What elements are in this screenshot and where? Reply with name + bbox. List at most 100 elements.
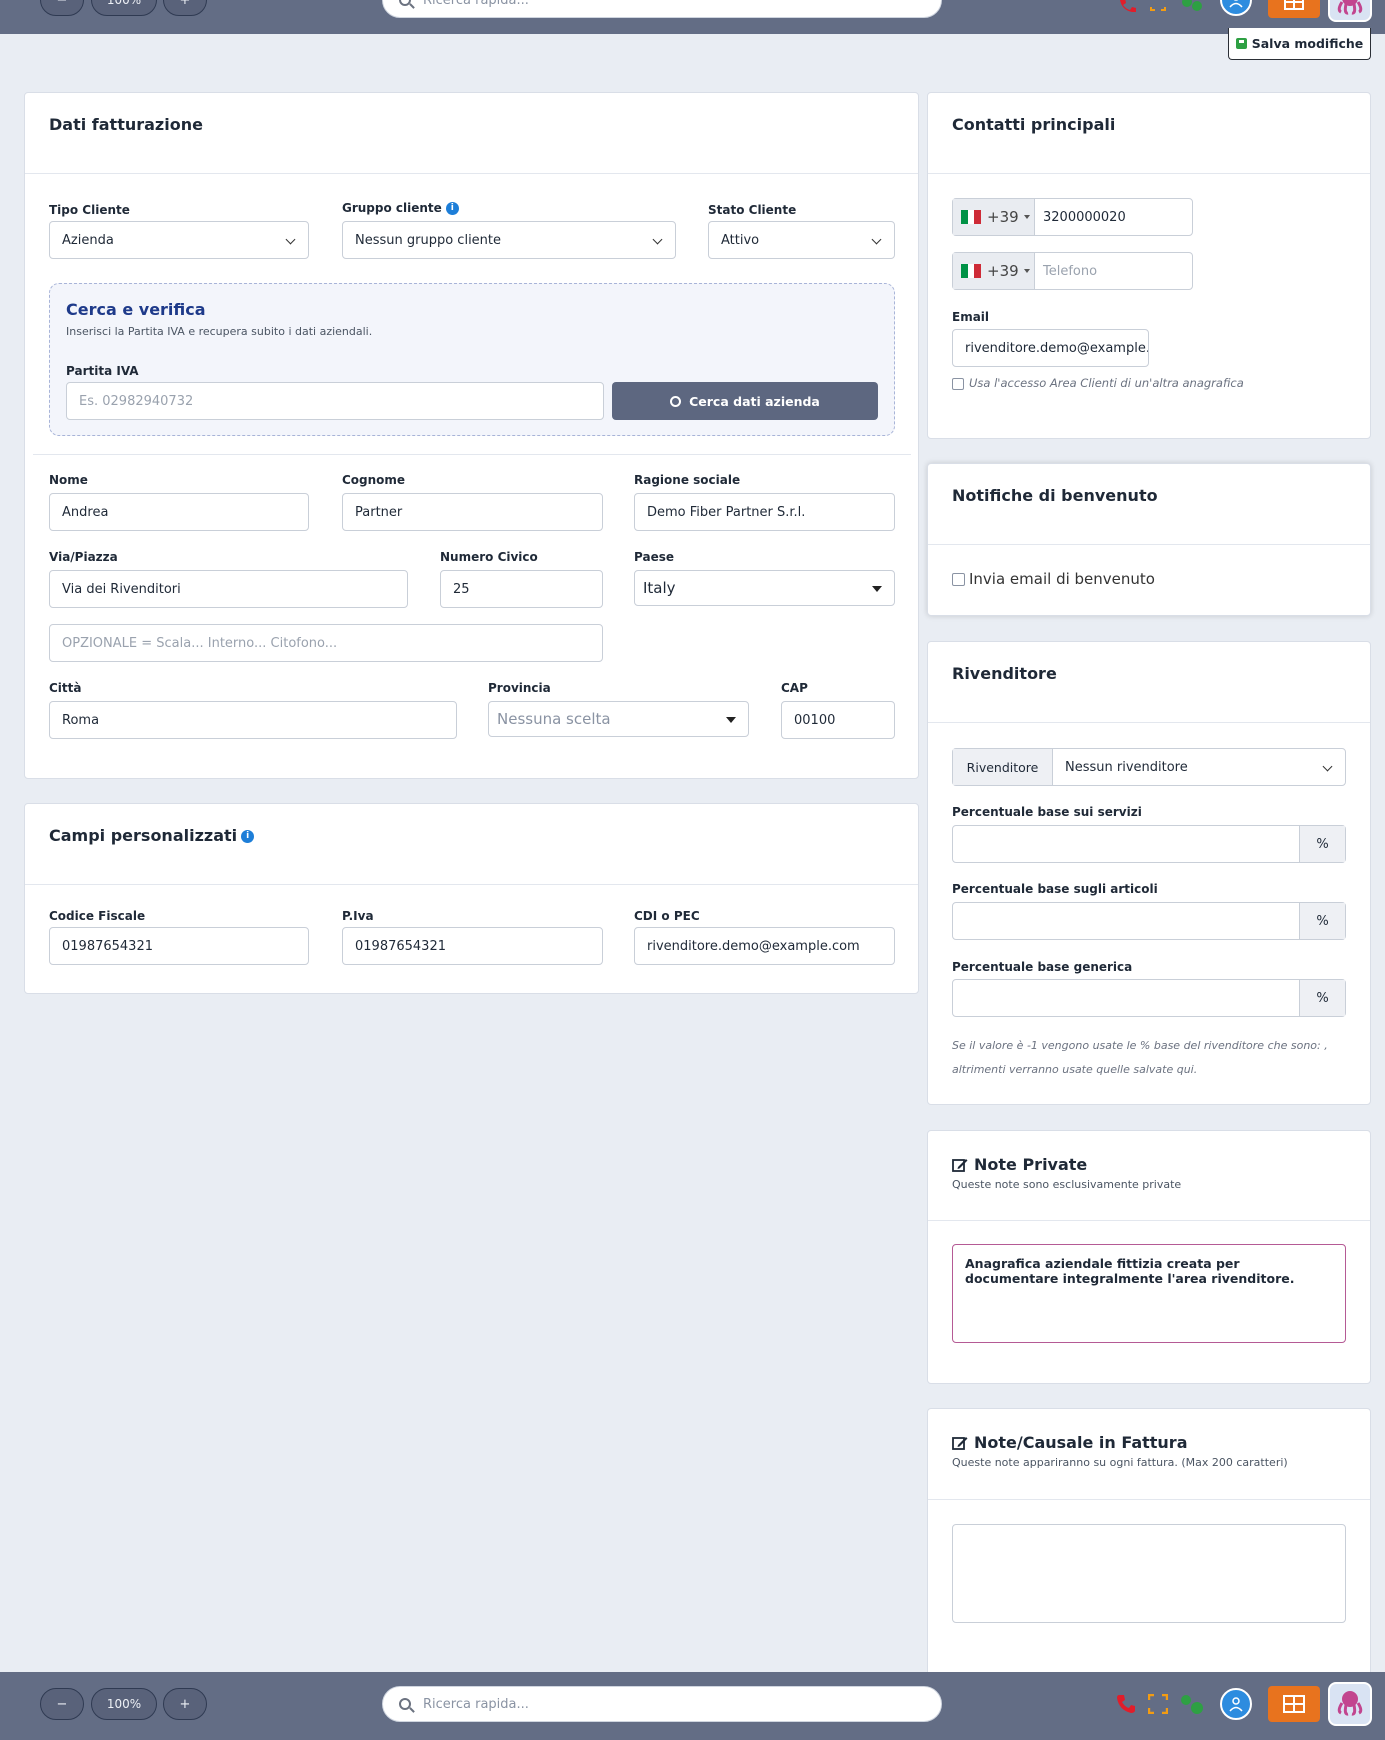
provincia-select[interactable]: Nessuna scelta: [488, 701, 749, 737]
welcome-title: Notifiche di benvenuto: [952, 486, 1158, 505]
provincia-label: Provincia: [488, 681, 551, 695]
zoom-out-button[interactable]: −: [40, 1688, 84, 1720]
welcome-email-checkbox[interactable]: [952, 573, 965, 586]
chevron-down-icon: [285, 234, 296, 245]
reseller-title: Rivenditore: [952, 664, 1057, 683]
connection-status-icon[interactable]: [1178, 1692, 1206, 1716]
stato-cliente-select[interactable]: Attivo: [708, 221, 895, 259]
private-notes-textarea[interactable]: Anagrafica aziendale fittizia creata per…: [952, 1244, 1346, 1343]
citta-input[interactable]: Roma: [49, 701, 457, 739]
italy-flag-icon: [961, 210, 982, 224]
gruppo-cliente-label: Gruppo cliente i: [342, 201, 459, 215]
info-icon[interactable]: i: [241, 830, 255, 843]
articoli-input[interactable]: %: [952, 902, 1346, 940]
tipo-cliente-label: Tipo Cliente: [49, 203, 130, 217]
civico-input[interactable]: 25: [440, 570, 603, 608]
reseller-divider: [928, 722, 1370, 723]
via-label: Via/Piazza: [49, 550, 118, 564]
cap-input[interactable]: 00100: [781, 701, 895, 739]
phone1-input[interactable]: +39 3200000020: [952, 198, 1193, 236]
country-code-selector[interactable]: +39: [953, 199, 1035, 235]
piva-field-label: P.Iva: [342, 909, 374, 923]
reseller-select[interactable]: Rivenditore Nessun rivenditore: [952, 748, 1346, 786]
zoom-level[interactable]: 100%: [91, 0, 157, 16]
fullscreen-icon[interactable]: [1146, 1692, 1170, 1716]
piva-input[interactable]: Es. 02982940732: [66, 382, 604, 420]
paese-label: Paese: [634, 550, 674, 564]
edit-icon: [952, 1436, 968, 1450]
caret-down-icon: [872, 586, 882, 592]
caret-down-icon: [726, 717, 736, 723]
civico-label: Numero Civico: [440, 550, 538, 564]
apps-grid-icon[interactable]: [1268, 0, 1320, 18]
area-clienti-checkbox[interactable]: [952, 378, 964, 390]
cognome-input[interactable]: Partner: [342, 493, 603, 531]
cap-label: CAP: [781, 681, 808, 695]
percent-addon: %: [1299, 980, 1345, 1016]
reseller-note-line1: Se il valore è -1 vengono usate le % bas…: [952, 1039, 1328, 1052]
cdi-pec-input[interactable]: rivenditore.demo@example.com: [634, 927, 895, 965]
invoice-notes-title: Note/Causale in Fattura: [952, 1433, 1188, 1452]
private-notes-title: Note Private: [952, 1155, 1087, 1174]
quick-search-input[interactable]: Ricerca rapida...: [382, 0, 942, 18]
search-icon: [399, 1698, 411, 1710]
generica-label: Percentuale base generica: [952, 960, 1133, 974]
octopus-logo-icon[interactable]: [1328, 1682, 1372, 1726]
caret-down-icon: [1023, 215, 1030, 219]
reseller-addon: Rivenditore: [953, 749, 1053, 785]
bottom-toolbar: − 100% + Ricerca rapida...: [0, 1672, 1385, 1740]
private-notes-subtitle: Queste note sono esclusivamente private: [952, 1178, 1182, 1191]
private-notes-divider: [928, 1220, 1370, 1221]
reseller-note-line2: altrimenti verranno usate quelle salvate…: [952, 1063, 1198, 1076]
private-notes-card: Note Private Queste note sono esclusivam…: [927, 1130, 1371, 1384]
invoice-notes-subtitle: Queste note appariranno su ogni fattura.…: [952, 1456, 1288, 1469]
generica-input[interactable]: %: [952, 979, 1346, 1017]
save-button[interactable]: Salva modifiche: [1228, 28, 1371, 60]
search-verify-title: Cerca e verifica: [66, 300, 206, 319]
country-code-selector[interactable]: +39: [953, 253, 1035, 289]
welcome-card: Notifiche di benvenuto Invia email di be…: [927, 463, 1371, 616]
codice-fiscale-input[interactable]: 01987654321: [49, 927, 309, 965]
info-icon[interactable]: i: [445, 202, 459, 215]
via-input[interactable]: Via dei Rivenditori: [49, 570, 408, 608]
phone-icon[interactable]: [1114, 1692, 1138, 1716]
zoom-in-button[interactable]: +: [163, 0, 207, 16]
octopus-logo-icon[interactable]: [1328, 0, 1372, 22]
zoom-out-button[interactable]: −: [40, 0, 84, 16]
ragione-sociale-label: Ragione sociale: [634, 473, 741, 487]
area-clienti-label: Usa l'accesso Area Clienti di un'altra a…: [969, 376, 1244, 390]
tipo-cliente-select[interactable]: Azienda: [49, 221, 309, 259]
piva-label: Partita IVA: [66, 364, 139, 378]
invoice-notes-card: Note/Causale in Fattura Queste note appa…: [927, 1408, 1371, 1672]
email-input[interactable]: rivenditore.demo@example.c: [952, 329, 1149, 367]
gruppo-cliente-select[interactable]: Nessun gruppo cliente: [342, 221, 676, 259]
quick-search-input[interactable]: Ricerca rapida...: [382, 1686, 942, 1722]
edit-icon: [952, 1158, 968, 1172]
invoice-notes-divider: [928, 1499, 1370, 1500]
paese-select[interactable]: Italy: [634, 570, 895, 606]
user-profile-icon[interactable]: [1220, 0, 1252, 16]
billing-card: Dati fatturazione Tipo Cliente Azienda G…: [24, 92, 919, 779]
billing-inner-divider: [33, 454, 911, 455]
servizi-input[interactable]: %: [952, 825, 1346, 863]
zoom-level[interactable]: 100%: [91, 1688, 157, 1720]
fullscreen-icon[interactable]: [1148, 0, 1168, 12]
connection-status-icon[interactable]: [1180, 0, 1204, 12]
apps-grid-icon[interactable]: [1268, 1686, 1320, 1722]
custom-fields-divider: [25, 884, 918, 885]
address-optional-input[interactable]: OPZIONALE = Scala... Interno... Citofono…: [49, 624, 603, 662]
custom-fields-title: Campi personalizzati i: [49, 826, 255, 845]
phone-icon[interactable]: [1116, 0, 1138, 12]
contacts-title: Contatti principali: [952, 115, 1116, 134]
stato-cliente-label: Stato Cliente: [708, 203, 797, 217]
nome-input[interactable]: Andrea: [49, 493, 309, 531]
top-toolbar: − 100% + Ricerca rapida...: [0, 0, 1385, 34]
zoom-in-button[interactable]: +: [163, 1688, 207, 1720]
search-company-button[interactable]: Cerca dati azienda: [612, 382, 878, 420]
piva-field-input[interactable]: 01987654321: [342, 927, 603, 965]
invoice-notes-textarea[interactable]: [952, 1524, 1346, 1623]
servizi-label: Percentuale base sui servizi: [952, 805, 1142, 819]
ragione-sociale-input[interactable]: Demo Fiber Partner S.r.l.: [634, 493, 895, 531]
user-profile-icon[interactable]: [1220, 1688, 1252, 1720]
phone2-input[interactable]: +39 Telefono: [952, 252, 1193, 290]
